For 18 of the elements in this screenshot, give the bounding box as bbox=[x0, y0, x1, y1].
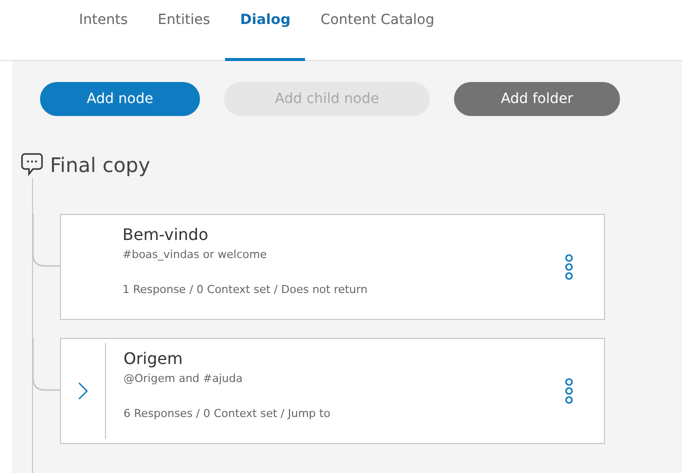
node-summary: 1 Response / 0 Context set / Does not return bbox=[122, 283, 368, 296]
chat-icon bbox=[20, 152, 44, 178]
node-title: Origem bbox=[124, 349, 184, 368]
node-condition: @Origem and #ajuda bbox=[124, 372, 244, 385]
tab[interactable]: Intents bbox=[64, 0, 143, 61]
toolbar-button[interactable]: Add folder bbox=[454, 82, 620, 116]
overflow-menu-icon[interactable] bbox=[564, 254, 574, 280]
tab[interactable]: Content Catalog bbox=[305, 0, 450, 61]
overflow-menu-icon[interactable] bbox=[564, 378, 574, 404]
node-condition: #boas_vindas or welcome bbox=[122, 248, 268, 261]
node-card[interactable]: Origem @Origem and #ajuda 6 Responses / 0 Context set / Jump to bbox=[60, 338, 604, 444]
node-card[interactable]: Bem-vindo #boas_vindas or welcome 1 Response / 0 Context set / Does not return bbox=[60, 214, 604, 320]
node-summary: 6 Responses / 0 Context set / Jump to bbox=[124, 407, 332, 420]
node-title: Bem-vindo bbox=[122, 225, 210, 244]
chevron-right-icon[interactable] bbox=[78, 382, 88, 400]
toolbar-button[interactable]: Add node bbox=[40, 82, 200, 116]
dialog-title: Final copy bbox=[50, 153, 150, 177]
tab[interactable]: Entities bbox=[142, 0, 226, 61]
